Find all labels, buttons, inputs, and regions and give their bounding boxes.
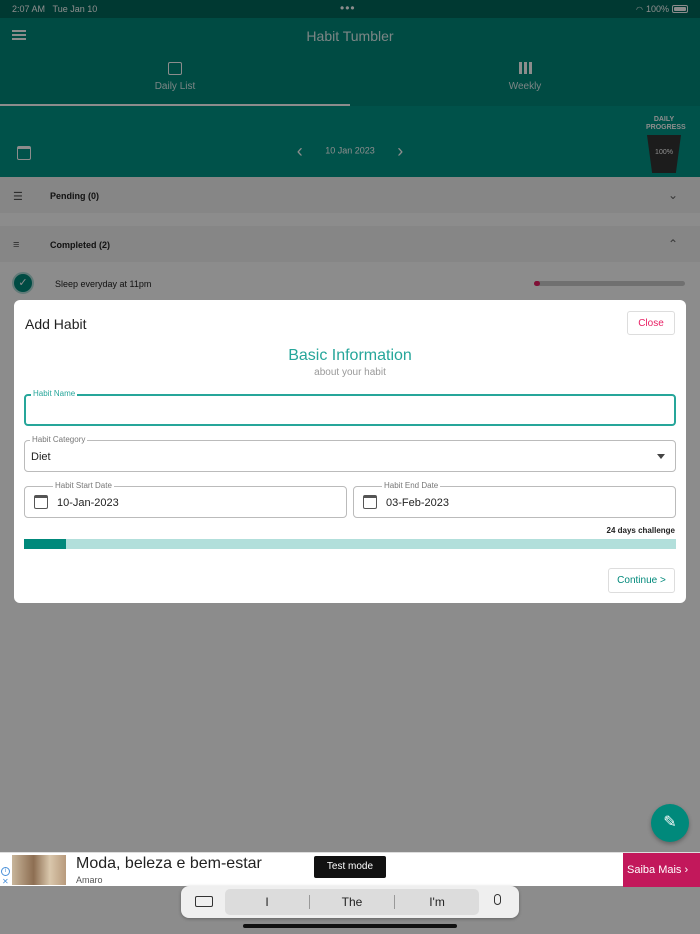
start-date-label: Habit Start Date [53,481,114,491]
end-date-label: Habit End Date [382,481,441,491]
keyboard-icon[interactable] [195,896,213,907]
habit-category-label: Habit Category [30,435,88,445]
suggestion-item[interactable]: I [225,895,310,909]
habit-name-label: Habit Name [31,389,78,399]
calendar-icon[interactable] [34,495,48,509]
ad-brand: Amaro [76,875,103,885]
add-habit-dialog: Add Habit Close Basic Information about … [14,300,686,603]
ad-close-icon[interactable]: ✕ [2,877,9,886]
form-progress-bar [24,539,676,549]
ad-cta-label: Saiba Mais [627,864,682,876]
habit-category-value: Diet [31,451,51,463]
continue-button[interactable]: Continue > [608,568,675,593]
habit-category-select[interactable]: Habit Category Diet [24,435,676,472]
habit-name-field[interactable]: Habit Name [24,389,676,426]
ad-banner[interactable]: i ✕ Moda, beleza e bem-estar Amaro Test … [0,852,700,887]
dropdown-arrow-icon [657,454,665,459]
suggestion-item[interactable]: I'm [395,895,479,909]
suggestion-item[interactable]: The [310,895,395,909]
ad-cta-button[interactable]: Saiba Mais › [623,853,700,887]
ad-image[interactable] [12,855,66,885]
add-habit-fab[interactable]: ✎ [651,804,689,842]
section-subtitle: about your habit [314,367,386,378]
end-date-value: 03-Feb-2023 [386,497,449,509]
start-date-value: 10-Jan-2023 [57,497,119,509]
home-indicator[interactable] [243,924,457,928]
challenge-duration: 24 days challenge [606,526,675,535]
calendar-icon[interactable] [363,495,377,509]
chevron-right-icon: › [684,864,689,876]
keyboard-suggestion-bar: I The I'm [181,886,519,918]
dialog-title: Add Habit [25,316,87,332]
ad-headline[interactable]: Moda, beleza e bem-estar [76,855,262,873]
add-note-icon: ✎ [663,814,677,831]
ad-info-icon[interactable]: i [1,867,10,876]
close-button[interactable]: Close [627,311,675,335]
microphone-icon[interactable] [494,894,501,905]
habit-name-input[interactable] [32,402,662,420]
end-date-field[interactable]: Habit End Date 03-Feb-2023 [353,481,676,518]
suggestion-list: I The I'm [225,889,479,915]
test-mode-badge: Test mode [314,856,386,878]
start-date-field[interactable]: Habit Start Date 10-Jan-2023 [24,481,347,518]
section-title: Basic Information [288,347,412,364]
